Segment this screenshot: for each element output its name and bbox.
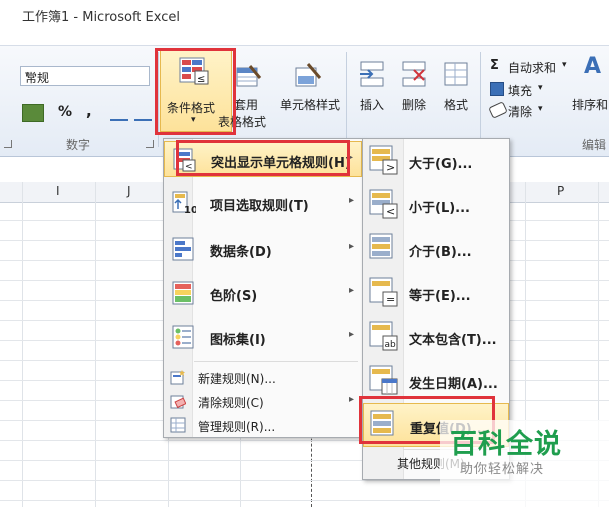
highlight-conditional-format: [155, 48, 236, 135]
less-than-icon: <: [369, 189, 399, 219]
svg-text:10: 10: [184, 205, 196, 215]
menu-item-color-scales[interactable]: 色阶(S) ▸: [164, 275, 362, 311]
equal-to-icon: =: [369, 277, 399, 307]
submenu-item-label: 介于(B)...: [409, 245, 472, 260]
menu-item-label: 图标集(I): [210, 333, 266, 348]
chevron-down-icon: ▾: [25, 70, 30, 80]
format-label[interactable]: 格式: [444, 96, 468, 113]
submenu-item-label: 小于(L)...: [409, 201, 470, 216]
top-bottom-icon: 10: [172, 191, 198, 216]
chevron-down-icon: ▾: [562, 60, 567, 70]
autosum-button[interactable]: 自动求和: [508, 59, 556, 76]
menu-item-manage-rules[interactable]: 管理规则(R)...: [164, 413, 362, 437]
dialog-launcher-icon[interactable]: [146, 140, 154, 148]
chevron-right-icon: ▸: [348, 195, 354, 206]
svg-text:=: =: [386, 293, 395, 306]
svg-text:>: >: [386, 161, 395, 174]
chevron-down-icon: ▾: [538, 104, 543, 114]
insert-label[interactable]: 插入: [360, 96, 384, 113]
window-title: 工作簿1 - Microsoft Excel: [22, 10, 180, 25]
chevron-right-icon: ▸: [348, 394, 354, 405]
menu-item-label: 管理规则(R)...: [198, 420, 276, 434]
submenu-item-label: 等于(E)...: [409, 289, 471, 304]
format-cells-icon[interactable]: [442, 60, 470, 88]
group-label-number: 数字: [66, 138, 91, 152]
clear-button[interactable]: 清除: [508, 103, 532, 120]
number-format-select[interactable]: 常规 ▾: [20, 66, 150, 86]
column-header-i[interactable]: I: [56, 184, 60, 198]
currency-format-icon[interactable]: [22, 104, 44, 122]
menu-item-icon-sets[interactable]: 图标集(I) ▸: [164, 319, 362, 355]
calendar-icon: [369, 365, 399, 395]
text-contains-icon: ab: [369, 321, 399, 351]
delete-label[interactable]: 删除: [402, 96, 426, 113]
color-scales-icon: [172, 281, 196, 305]
fill-down-icon: [490, 82, 504, 96]
chevron-right-icon: ▸: [348, 329, 354, 340]
new-rule-icon: [170, 369, 186, 385]
insert-cells-icon[interactable]: [358, 60, 386, 88]
submenu-item-greater-than[interactable]: > 大于(G)...: [363, 139, 509, 183]
chevron-right-icon: ▸: [348, 285, 354, 296]
chevron-right-icon: ▸: [348, 241, 354, 252]
manage-rules-icon: [170, 417, 186, 433]
decrease-decimal-icon[interactable]: [134, 103, 152, 121]
submenu-item-label: 大于(G)...: [409, 157, 473, 172]
submenu-item-text-contains[interactable]: ab 文本包含(T)...: [363, 315, 509, 359]
group-label-edit: 编辑: [582, 138, 607, 152]
delete-cells-icon[interactable]: [400, 60, 428, 88]
dialog-launcher-icon[interactable]: [4, 140, 12, 148]
submenu-item-between[interactable]: 介于(B)...: [363, 227, 509, 271]
between-icon: [369, 233, 399, 263]
fill-button[interactable]: 填充: [508, 82, 532, 99]
sort-filter-label[interactable]: 排序和: [572, 96, 608, 113]
cell-style-icon[interactable]: [294, 62, 322, 88]
comma-style-button[interactable]: ,: [86, 102, 92, 120]
icon-sets-icon: [172, 325, 196, 349]
menu-item-label: 新建规则(N)...: [198, 372, 276, 386]
menu-item-label: 数据条(D): [210, 245, 272, 260]
table-format-icon[interactable]: [236, 64, 262, 88]
chevron-down-icon: ▾: [538, 83, 543, 93]
menu-item-label: 清除规则(C): [198, 396, 264, 410]
svg-text:ab: ab: [385, 340, 397, 350]
title-bar: 工作簿1 - Microsoft Excel: [0, 0, 609, 28]
column-header-p[interactable]: P: [557, 184, 564, 198]
increase-decimal-icon[interactable]: [110, 103, 128, 121]
clear-rules-icon: [170, 393, 187, 409]
watermark-slogan: 助你轻松解决: [460, 462, 545, 477]
percent-style-button[interactable]: %: [58, 104, 72, 120]
sort-filter-icon[interactable]: A: [584, 54, 601, 79]
submenu-item-equal-to[interactable]: = 等于(E)...: [363, 271, 509, 315]
watermark-brand: 百科全说: [450, 429, 562, 460]
menu-item-data-bars[interactable]: 数据条(D) ▸: [164, 231, 362, 267]
submenu-item-label: 文本包含(T)...: [409, 333, 497, 348]
menu-item-label: 色阶(S): [210, 289, 258, 304]
menu-item-top-bottom-rules[interactable]: 10 项目选取规则(T) ▸: [164, 185, 362, 221]
menu-item-clear-rules[interactable]: 清除规则(C) ▸: [164, 389, 362, 413]
menu-item-label: 项目选取规则(T): [210, 199, 309, 214]
conditional-format-menu: < 突出显示单元格规则(H) ▸ 10 项目选取规则(T) ▸ 数据条(D) ▸…: [163, 138, 363, 438]
data-bars-icon: [172, 237, 196, 261]
menu-divider: [194, 361, 358, 362]
watermark-logo: 百科全说 助你轻松解决: [440, 420, 609, 507]
svg-text:<: <: [386, 205, 395, 218]
table-format-label-1[interactable]: 套用: [234, 96, 258, 113]
highlight-menu-item: [176, 140, 350, 176]
greater-than-icon: >: [369, 145, 399, 175]
submenu-item-label: 发生日期(A)...: [409, 377, 498, 392]
sigma-icon: Σ: [490, 58, 499, 73]
submenu-item-less-than[interactable]: < 小于(L)...: [363, 183, 509, 227]
column-header-j[interactable]: J: [127, 184, 131, 198]
menu-item-new-rule[interactable]: 新建规则(N)...: [164, 365, 362, 389]
eraser-icon: [488, 101, 508, 119]
cell-style-label[interactable]: 单元格样式: [280, 96, 340, 113]
